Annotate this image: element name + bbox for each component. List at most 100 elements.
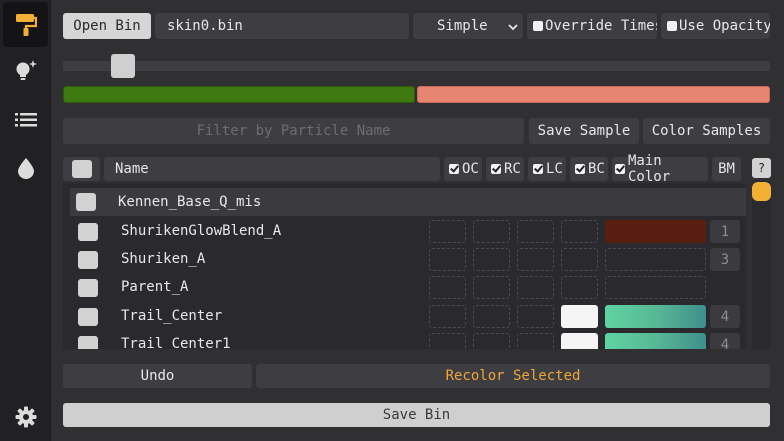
- column-main-color-label: Main Color: [628, 153, 671, 185]
- help-button[interactable]: ?: [752, 158, 771, 178]
- table-row[interactable]: ShurikenGlowBlend_A 1: [63, 217, 746, 245]
- sidebar-item-ideas[interactable]: [3, 48, 48, 93]
- oc-color-slot[interactable]: [429, 248, 466, 271]
- scrollbar-thumb[interactable]: [752, 182, 771, 201]
- chevron-down-icon: [507, 20, 519, 36]
- override-times-checkbox[interactable]: [533, 21, 543, 31]
- save-sample-button[interactable]: Save Sample: [529, 118, 639, 144]
- undo-button[interactable]: Undo: [63, 364, 252, 388]
- table-row[interactable]: Parent_A: [63, 273, 746, 301]
- row-checkbox[interactable]: [78, 336, 98, 349]
- lc-color-slot[interactable]: [517, 333, 554, 349]
- rc-color-slot[interactable]: [473, 305, 510, 328]
- particle-name: Trail_Center1: [121, 336, 231, 349]
- use-opacity-checkbox[interactable]: [667, 21, 677, 31]
- column-lc[interactable]: LC: [528, 157, 566, 181]
- paint-roller-icon: [15, 13, 37, 37]
- oc-color-slot[interactable]: [429, 333, 466, 349]
- column-oc[interactable]: OC: [444, 157, 482, 181]
- sidebar-item-recolor[interactable]: [3, 2, 48, 47]
- droplet-icon: [17, 157, 35, 179]
- override-times-label: Override Times: [545, 18, 657, 34]
- row-checkbox[interactable]: [78, 251, 98, 269]
- particle-name: ShurikenGlowBlend_A: [121, 223, 282, 239]
- oc-color-slot[interactable]: [429, 305, 466, 328]
- sidebar-item-list[interactable]: [3, 97, 48, 142]
- mode-select-value: Simple: [437, 18, 488, 34]
- gear-icon: [15, 406, 37, 428]
- use-opacity-toggle[interactable]: Use Opacity: [661, 13, 770, 39]
- gradient-color-stop-1[interactable]: [63, 86, 415, 103]
- select-all-cell[interactable]: [63, 157, 100, 181]
- table-row[interactable]: Trail_Center1 4: [63, 330, 746, 349]
- particle-name: Trail_Center: [121, 308, 223, 324]
- oc-color-slot[interactable]: [429, 276, 466, 299]
- table-row[interactable]: Trail_Center 4: [63, 302, 746, 330]
- rc-color-slot[interactable]: [473, 276, 510, 299]
- bc-checkbox[interactable]: [575, 164, 585, 174]
- blend-mode-value: 4: [710, 333, 740, 349]
- scrollbar-track[interactable]: [752, 181, 771, 349]
- table-row[interactable]: Shuriken_A 3: [63, 245, 746, 273]
- particle-group-row[interactable]: Kennen_Base_Q_mis: [70, 188, 746, 216]
- particle-name: Parent_A: [121, 279, 189, 295]
- bc-color-slot[interactable]: [561, 305, 598, 328]
- column-bc-label: BC: [588, 161, 605, 177]
- lightbulb-sparkle-icon: [13, 58, 39, 84]
- override-times-toggle[interactable]: Override Times: [527, 13, 657, 39]
- lc-color-slot[interactable]: [517, 248, 554, 271]
- main-color-swatch[interactable]: [605, 220, 706, 243]
- rc-color-slot[interactable]: [473, 333, 510, 349]
- row-checkbox[interactable]: [78, 308, 98, 326]
- recolor-selected-button[interactable]: Recolor Selected: [256, 364, 770, 388]
- save-bin-button[interactable]: Save Bin: [63, 403, 770, 427]
- group-checkbox[interactable]: [76, 193, 96, 211]
- lc-checkbox[interactable]: [533, 164, 543, 174]
- row-checkbox[interactable]: [78, 223, 98, 241]
- particle-list: Kennen_Base_Q_mis ShurikenGlowBlend_A 1 …: [63, 183, 746, 349]
- column-lc-label: LC: [546, 161, 563, 177]
- main-color-checkbox[interactable]: [615, 164, 625, 174]
- oc-color-slot[interactable]: [429, 220, 466, 243]
- blend-mode-value: 1: [710, 220, 740, 243]
- main-color-swatch[interactable]: [605, 248, 706, 271]
- lc-color-slot[interactable]: [517, 276, 554, 299]
- use-opacity-label: Use Opacity: [679, 18, 770, 34]
- list-icon: [14, 112, 37, 128]
- sidebar: [0, 0, 51, 441]
- rc-checkbox[interactable]: [491, 164, 501, 174]
- main-color-swatch[interactable]: [605, 305, 706, 328]
- column-rc[interactable]: RC: [486, 157, 524, 181]
- oc-checkbox[interactable]: [449, 164, 459, 174]
- file-name-field[interactable]: skin0.bin: [155, 13, 409, 39]
- open-bin-button[interactable]: Open Bin: [63, 13, 151, 39]
- main-color-swatch[interactable]: [605, 333, 706, 349]
- lc-color-slot[interactable]: [517, 220, 554, 243]
- sidebar-item-fill[interactable]: [3, 145, 48, 190]
- blend-mode-value: 3: [710, 248, 740, 271]
- lc-color-slot[interactable]: [517, 305, 554, 328]
- color-samples-button[interactable]: Color Samples: [643, 118, 770, 144]
- column-bm: BM: [712, 157, 741, 181]
- column-main-color[interactable]: Main Color: [612, 153, 708, 185]
- bc-color-slot[interactable]: [561, 220, 598, 243]
- column-oc-label: OC: [462, 161, 479, 177]
- particle-name: Shuriken_A: [121, 251, 206, 267]
- blend-mode-value: 4: [710, 305, 740, 328]
- row-checkbox[interactable]: [78, 279, 98, 297]
- bc-color-slot[interactable]: [561, 276, 598, 299]
- settings-button[interactable]: [3, 394, 48, 439]
- filter-input[interactable]: Filter by Particle Name: [63, 118, 524, 144]
- main-color-swatch[interactable]: [605, 276, 706, 299]
- bc-color-slot[interactable]: [561, 248, 598, 271]
- slider-knob[interactable]: [111, 54, 135, 78]
- bc-color-slot[interactable]: [561, 333, 598, 349]
- slider-track[interactable]: [63, 61, 770, 71]
- gradient-color-stop-2[interactable]: [417, 86, 770, 103]
- group-name: Kennen_Base_Q_mis: [118, 194, 262, 210]
- column-bc[interactable]: BC: [570, 157, 608, 181]
- rc-color-slot[interactable]: [473, 220, 510, 243]
- rc-color-slot[interactable]: [473, 248, 510, 271]
- select-all-checkbox[interactable]: [71, 160, 92, 178]
- mode-select[interactable]: Simple: [413, 13, 523, 39]
